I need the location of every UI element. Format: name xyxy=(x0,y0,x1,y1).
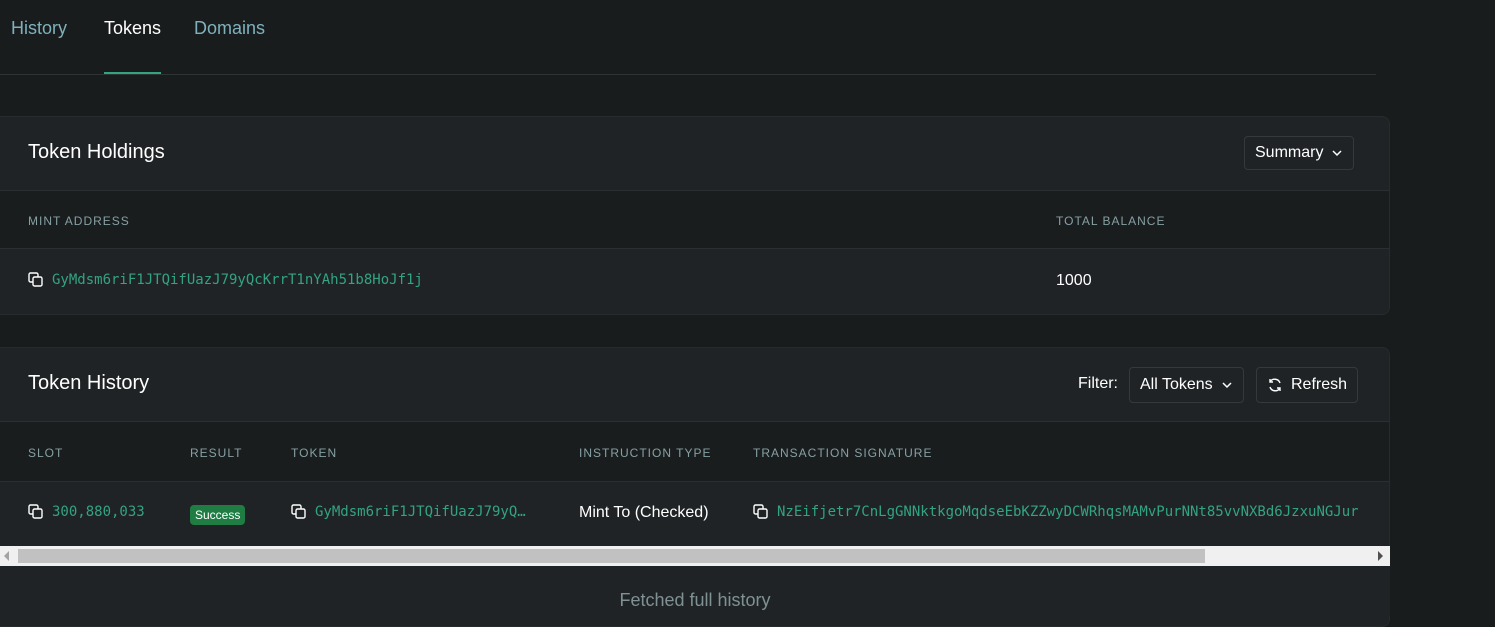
token-history-header: Token History Filter: All Tokens Refresh xyxy=(0,348,1389,422)
scroll-left-icon[interactable] xyxy=(4,551,9,561)
tab-tokens[interactable]: Tokens xyxy=(104,18,162,74)
column-mint-address: MINT ADDRESS xyxy=(28,214,130,228)
refresh-button[interactable]: Refresh xyxy=(1256,367,1359,403)
column-slot: SLOT xyxy=(28,446,64,460)
copy-icon[interactable] xyxy=(753,504,769,520)
chevron-down-icon xyxy=(1222,382,1232,389)
summary-dropdown-label: Summary xyxy=(1255,144,1324,161)
slot-link[interactable]: 300,880,033 xyxy=(52,504,145,520)
tab-bar: History Tokens Domains xyxy=(0,0,1376,75)
mint-address-link[interactable]: GyMdsm6riF1JTQifUazJ79yQcKrrT1nYAh51b8Ho… xyxy=(52,272,423,288)
token-holdings-title: Token Holdings xyxy=(28,141,165,163)
table-row: GyMdsm6riF1JTQifUazJ79yQcKrrT1nYAh51b8Ho… xyxy=(0,250,1389,314)
instruction-type-value: Mint To (Checked) xyxy=(579,504,709,521)
mint-address-cell: GyMdsm6riF1JTQifUazJ79yQcKrrT1nYAh51b8Ho… xyxy=(28,272,423,288)
column-total-balance: TOTAL BALANCE xyxy=(1056,214,1166,228)
chevron-down-icon xyxy=(1332,150,1342,157)
horizontal-scrollbar[interactable] xyxy=(0,546,1390,566)
summary-dropdown[interactable]: Summary xyxy=(1244,136,1355,170)
scrollbar-thumb[interactable] xyxy=(18,549,1205,563)
signature-cell: NzEifjetr7CnLgGNNktkgoMqdseEbKZZwyDCWRhq… xyxy=(753,504,1389,520)
token-holdings-card: Token Holdings Summary MINT ADDRESS TOTA… xyxy=(0,116,1390,315)
column-instruction-type: INSTRUCTION TYPE xyxy=(579,446,712,460)
token-holdings-header: Token Holdings Summary xyxy=(0,117,1389,191)
history-status-text: Fetched full history xyxy=(619,590,771,610)
token-link[interactable]: GyMdsm6riF1JTQifUazJ79yQ… xyxy=(315,504,526,520)
status-badge: Success xyxy=(190,505,246,525)
tab-domains[interactable]: Domains xyxy=(194,18,265,74)
scroll-right-icon[interactable] xyxy=(1378,551,1383,561)
copy-icon[interactable] xyxy=(28,272,44,288)
column-result: RESULT xyxy=(190,446,243,460)
table-row: 300,880,033 Success GyMdsm6riF1JTQifUazJ… xyxy=(0,482,1389,547)
copy-icon[interactable] xyxy=(28,504,44,520)
tab-history[interactable]: History xyxy=(11,18,67,74)
token-filter-value: All Tokens xyxy=(1140,376,1213,393)
total-balance-value: 1000 xyxy=(1056,272,1092,289)
copy-icon[interactable] xyxy=(291,504,307,520)
refresh-icon xyxy=(1269,378,1281,392)
token-filter-dropdown[interactable]: All Tokens xyxy=(1129,367,1244,403)
holdings-table-header: MINT ADDRESS TOTAL BALANCE xyxy=(0,191,1389,249)
signature-link[interactable]: NzEifjetr7CnLgGNNktkgoMqdseEbKZZwyDCWRhq… xyxy=(777,504,1359,520)
filter-label: Filter: xyxy=(1078,375,1118,392)
slot-cell: 300,880,033 xyxy=(28,504,145,520)
token-history-title: Token History xyxy=(28,372,150,394)
column-transaction-signature: TRANSACTION SIGNATURE xyxy=(753,446,933,460)
history-table-header: SLOT RESULT TOKEN INSTRUCTION TYPE TRANS… xyxy=(0,422,1389,482)
token-cell: GyMdsm6riF1JTQifUazJ79yQ… xyxy=(291,504,526,520)
refresh-label: Refresh xyxy=(1291,376,1348,393)
result-cell: Success xyxy=(190,505,246,525)
column-token: TOKEN xyxy=(291,446,338,460)
